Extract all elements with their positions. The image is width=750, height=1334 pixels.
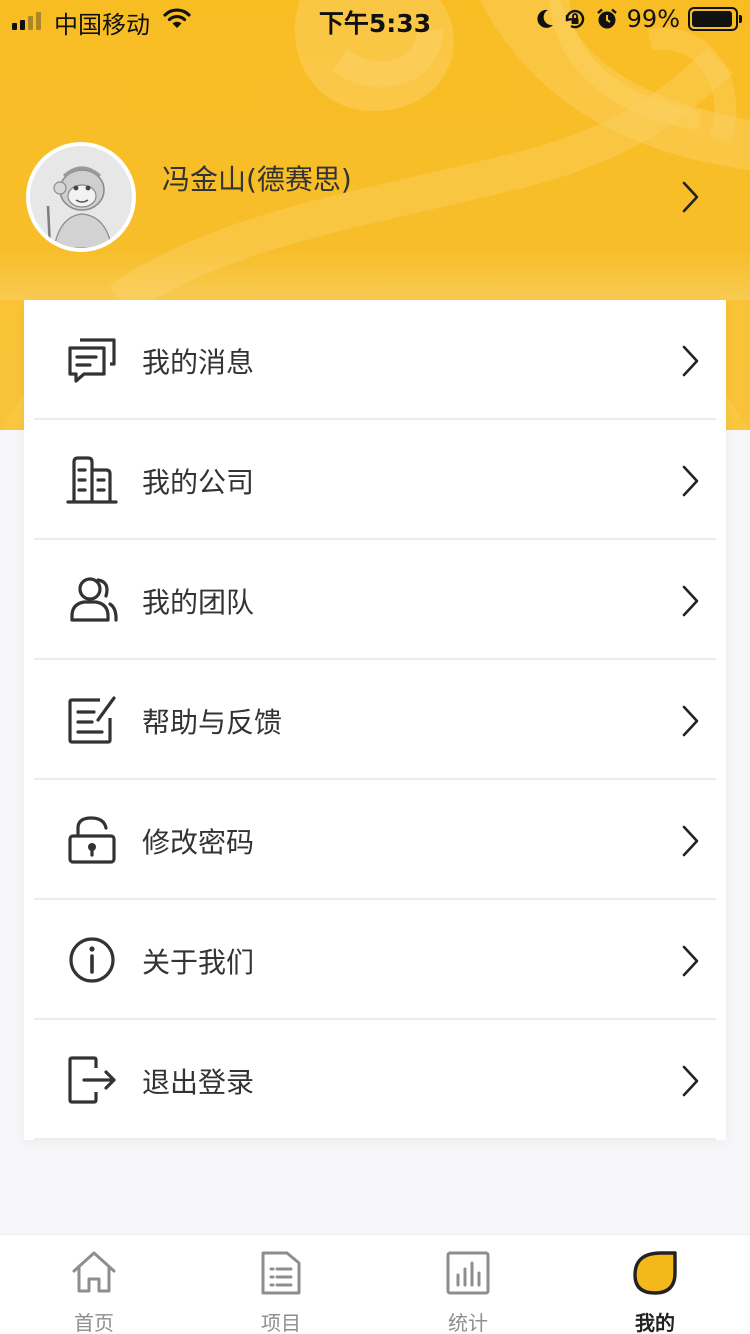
tab-label: 首页 [74,1311,114,1334]
menu-item-label: 我的公司 [142,466,255,499]
tab-home[interactable]: 首页 [0,1235,188,1334]
chevron-right-icon [682,825,699,857]
chart-icon [446,1251,490,1295]
chevron-right-icon [682,345,699,377]
divider [34,1138,716,1140]
profile-screen: 中国移动 下午5:33 99% 冯金山(德赛思) 我的消息 我的公司 我的团队 … [0,0,750,1334]
chevron-right-icon [682,705,699,737]
moon-icon [537,9,553,28]
feedback-icon [68,696,116,744]
battery-level [692,11,733,27]
menu-item-about-us[interactable]: 关于我们 [24,900,726,1020]
status-bar: 中国移动 下午5:33 99% [0,0,750,40]
team-icon [70,577,118,622]
profile-drop-icon [633,1251,677,1295]
chevron-right-icon [682,1065,699,1097]
menu-item-company[interactable]: 我的公司 [24,420,726,540]
info-icon [69,937,115,983]
avatar[interactable] [26,142,136,252]
chevron-right-icon [682,945,699,977]
menu-card: 我的消息 我的公司 我的团队 帮助与反馈 修改密码 关于我们 退出登录 [24,300,726,1140]
menu-item-messages[interactable]: 我的消息 [24,300,726,420]
chevron-right-icon[interactable] [680,180,702,214]
menu-item-label: 退出登录 [142,1066,255,1099]
chevron-right-icon [682,585,699,617]
rotation-lock-icon [565,9,584,29]
folder-list-icon [261,1251,301,1295]
tab-statistics[interactable]: 统计 [374,1235,562,1334]
tab-label: 统计 [448,1311,488,1334]
menu-item-change-password[interactable]: 修改密码 [24,780,726,900]
menu-item-label: 关于我们 [142,946,255,979]
monkey-avatar-icon [30,146,132,248]
tab-label: 项目 [261,1311,301,1334]
message-icon [68,338,116,383]
tab-label: 我的 [635,1311,675,1334]
battery-percent: 99% [626,5,680,33]
menu-item-label: 我的消息 [142,346,255,379]
alarm-icon [596,8,617,29]
menu-item-label: 修改密码 [142,826,255,859]
tab-mine[interactable]: 我的 [561,1235,749,1334]
building-icon [66,456,118,504]
tab-projects[interactable]: 项目 [187,1235,375,1334]
tab-bar: 首页 项目 统计 我的 [0,1234,750,1334]
chevron-right-icon [682,465,699,497]
menu-item-label: 帮助与反馈 [142,706,283,739]
menu-item-team[interactable]: 我的团队 [24,540,726,660]
menu-item-logout[interactable]: 退出登录 [24,1020,726,1140]
logout-icon [68,1056,116,1104]
profile-name[interactable]: 冯金山(德赛思) [162,158,352,198]
menu-item-label: 我的团队 [142,586,255,619]
battery-icon [688,7,742,31]
lock-icon [68,816,116,864]
menu-item-feedback[interactable]: 帮助与反馈 [24,660,726,780]
home-icon [72,1251,116,1293]
